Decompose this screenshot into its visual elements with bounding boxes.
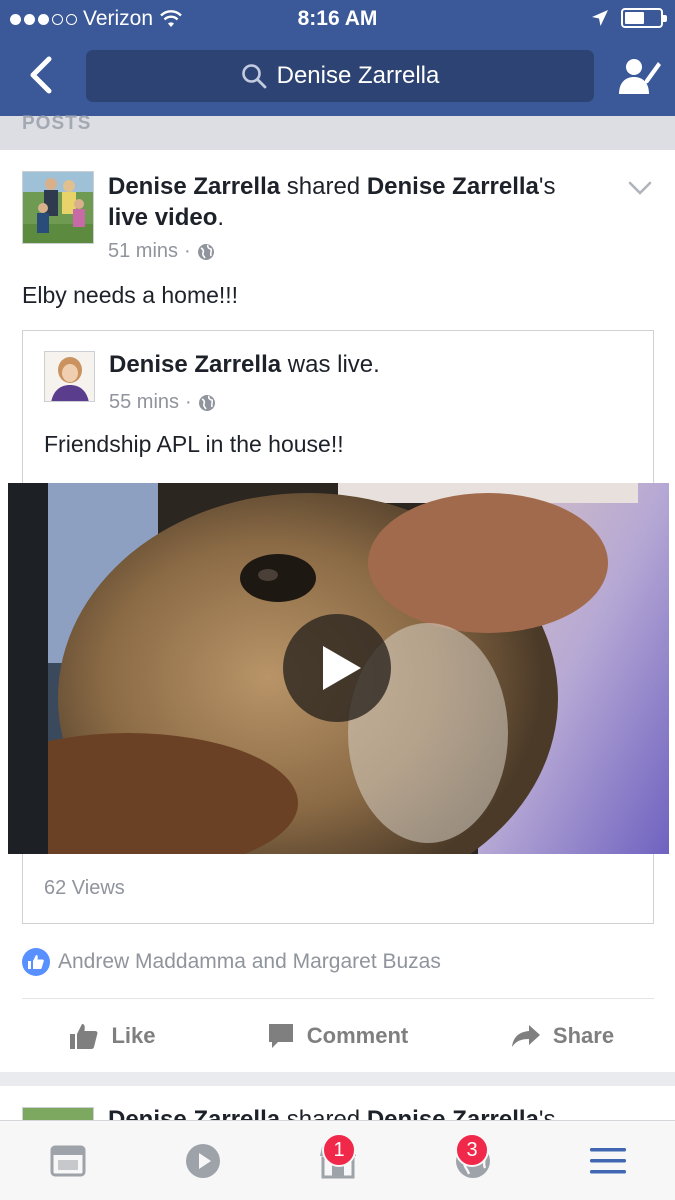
meta-separator: ·	[184, 240, 191, 262]
possessive: 's	[538, 173, 556, 200]
tab-video[interactable]	[135, 1121, 270, 1200]
author-name-link[interactable]: Denise Zarrella	[108, 173, 280, 200]
location-arrow-icon	[592, 10, 608, 26]
actions-divider	[22, 998, 654, 999]
battery-icon	[621, 8, 667, 28]
author-avatar[interactable]	[22, 171, 94, 244]
portrait-photo	[45, 352, 94, 401]
section-title: POSTS	[22, 113, 92, 134]
shared-status: was live.	[281, 351, 380, 378]
shared-title: Denise Zarrella was live.	[109, 351, 380, 379]
period: .	[217, 204, 225, 231]
post-verb: shared	[280, 173, 367, 200]
share-label: Share	[552, 1023, 615, 1048]
comment-label: Comment	[306, 1023, 409, 1048]
play-icon	[323, 646, 361, 690]
tab-marketplace[interactable]: 1	[270, 1121, 405, 1200]
back-chevron-icon	[30, 56, 52, 94]
view-count: 62 Views	[44, 877, 125, 899]
shared-post[interactable]: Denise Zarrella was live. 55 mins · Frie…	[8, 330, 669, 924]
shared-owner-link[interactable]: Denise Zarrella	[367, 173, 539, 200]
live-video-link[interactable]: live video	[108, 204, 217, 231]
shared-meta-separator: ·	[185, 391, 192, 413]
like-button[interactable]: Like	[0, 1000, 225, 1072]
app-header: Verizon 8:16 AM Denise Zarrella	[0, 0, 675, 116]
search-query: Denise Zarrella	[276, 62, 440, 89]
bottom-tab-bar: 1 3	[0, 1120, 675, 1200]
post-card: Denise Zarrella shared Denise Zarrella's…	[0, 150, 675, 1072]
clock: 8:16 AM	[297, 7, 378, 30]
shared-author-avatar[interactable]	[44, 351, 95, 402]
shared-meta: 55 mins ·	[109, 391, 216, 414]
post-timestamp[interactable]: 51 mins	[108, 240, 178, 263]
video-player[interactable]	[8, 483, 669, 854]
back-button[interactable]	[20, 54, 60, 96]
posts-section-label: POSTS	[0, 113, 675, 150]
shared-author-link[interactable]: Denise Zarrella	[109, 351, 281, 378]
thumbs-up-icon	[70, 1024, 98, 1049]
play-button[interactable]	[283, 614, 391, 722]
post-body-text: Elby needs a home!!!	[22, 282, 239, 308]
video-icon	[185, 1143, 220, 1178]
profile-edit-icon	[619, 59, 661, 94]
public-globe-icon	[198, 394, 215, 411]
share-button[interactable]: Share	[450, 1000, 675, 1072]
comment-button[interactable]: Comment	[225, 1000, 450, 1072]
reactions-summary[interactable]: Andrew Maddamma and Margaret Buzas	[22, 948, 441, 976]
notifications-badge: 3	[455, 1133, 489, 1167]
shared-timestamp[interactable]: 55 mins	[109, 391, 179, 414]
post-meta: 51 mins ·	[108, 240, 215, 263]
share-arrow-icon	[511, 1025, 540, 1047]
post-options-chevron-icon[interactable]	[627, 178, 653, 198]
news-feed-icon	[50, 1145, 85, 1176]
like-label: Like	[111, 1023, 156, 1048]
tab-notifications[interactable]: 3	[405, 1121, 540, 1200]
profile-button[interactable]	[617, 54, 663, 98]
menu-icon	[589, 1147, 626, 1173]
comment-bubble-icon	[268, 1024, 293, 1048]
family-photo	[23, 172, 93, 243]
tab-menu[interactable]	[540, 1121, 675, 1200]
like-reaction-icon	[22, 948, 50, 976]
search-input[interactable]: Denise Zarrella	[86, 50, 594, 102]
marketplace-badge: 1	[322, 1133, 356, 1167]
post-actions: Like Comment Share	[0, 1000, 675, 1072]
public-globe-icon	[197, 243, 214, 260]
tab-news-feed[interactable]	[0, 1121, 135, 1200]
shared-body-text: Friendship APL in the house!!	[44, 431, 344, 457]
reactors-names: Andrew Maddamma and Margaret Buzas	[58, 950, 441, 973]
status-bar: Verizon 8:16 AM	[0, 0, 675, 38]
search-icon	[241, 64, 267, 89]
post-header: Denise Zarrella shared Denise Zarrella's…	[108, 171, 608, 233]
